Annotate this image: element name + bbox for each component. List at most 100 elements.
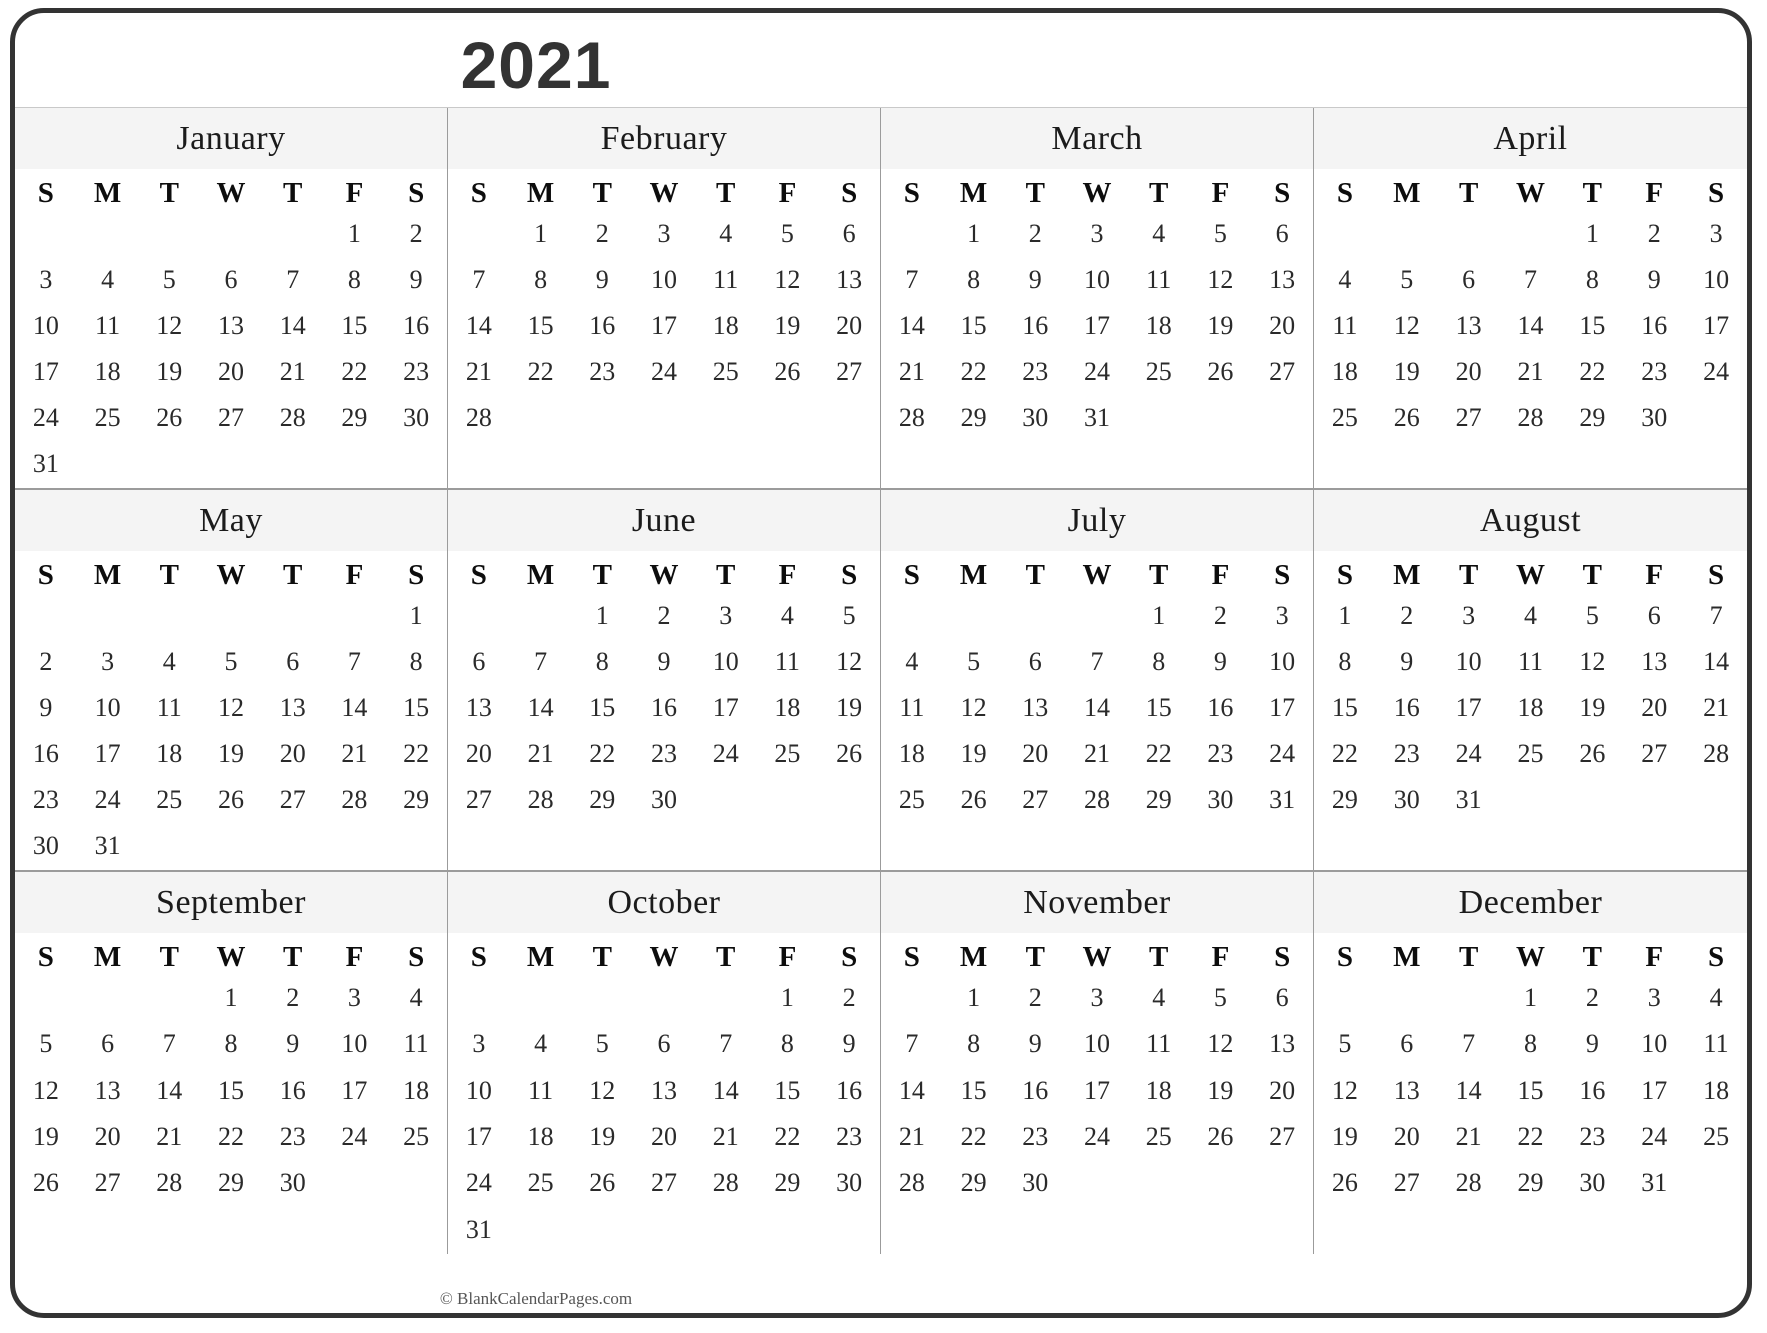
day-cell[interactable]: 23 [262,1115,324,1161]
day-cell[interactable]: 19 [571,1115,633,1161]
day-cell[interactable]: 26 [15,1161,77,1207]
day-cell[interactable]: 18 [757,686,819,732]
day-cell[interactable]: 12 [818,640,880,686]
day-cell[interactable]: 14 [1500,304,1562,350]
day-cell[interactable]: 4 [1314,258,1376,304]
day-cell[interactable]: 10 [77,686,139,732]
day-cell[interactable]: 5 [1561,594,1623,640]
day-cell[interactable]: 19 [1190,304,1252,350]
day-cell[interactable]: 14 [1066,686,1128,732]
day-cell[interactable]: 24 [633,350,695,396]
day-cell[interactable]: 14 [448,304,510,350]
day-cell[interactable]: 6 [1251,976,1313,1022]
day-cell[interactable]: 17 [448,1115,510,1161]
day-cell[interactable]: 20 [633,1115,695,1161]
day-cell[interactable]: 13 [1623,640,1685,686]
day-cell[interactable]: 17 [1685,304,1747,350]
day-cell[interactable]: 2 [262,976,324,1022]
day-cell[interactable]: 2 [1623,212,1685,258]
day-cell[interactable]: 2 [15,640,77,686]
day-cell[interactable]: 31 [1623,1161,1685,1207]
day-cell[interactable]: 6 [1623,594,1685,640]
day-cell[interactable]: 11 [138,686,200,732]
day-cell[interactable]: 15 [200,1069,262,1115]
day-cell[interactable]: 19 [200,732,262,778]
day-cell[interactable]: 22 [1500,1115,1562,1161]
day-cell[interactable]: 17 [1066,304,1128,350]
day-cell[interactable]: 14 [262,304,324,350]
day-cell[interactable]: 5 [1190,212,1252,258]
day-cell[interactable]: 17 [1066,1069,1128,1115]
day-cell[interactable]: 26 [1190,1115,1252,1161]
day-cell[interactable]: 1 [385,594,447,640]
day-cell[interactable]: 29 [1128,778,1190,824]
day-cell[interactable]: 8 [943,1022,1005,1068]
day-cell[interactable]: 27 [200,396,262,442]
day-cell[interactable]: 4 [385,976,447,1022]
day-cell[interactable]: 26 [757,350,819,396]
day-cell[interactable]: 2 [571,212,633,258]
day-cell[interactable]: 18 [385,1069,447,1115]
day-cell[interactable]: 29 [943,396,1005,442]
day-cell[interactable]: 8 [757,1022,819,1068]
day-cell[interactable]: 21 [138,1115,200,1161]
day-cell[interactable]: 29 [1314,778,1376,824]
day-cell[interactable]: 22 [1561,350,1623,396]
day-cell[interactable]: 3 [448,1022,510,1068]
day-cell[interactable]: 22 [385,732,447,778]
day-cell[interactable]: 31 [448,1208,510,1254]
day-cell[interactable]: 4 [695,212,757,258]
day-cell[interactable]: 5 [1314,1022,1376,1068]
day-cell[interactable]: 18 [510,1115,572,1161]
day-cell[interactable]: 19 [943,732,1005,778]
day-cell[interactable]: 17 [324,1069,386,1115]
day-cell[interactable]: 16 [1004,1069,1066,1115]
day-cell[interactable]: 13 [633,1069,695,1115]
day-cell[interactable]: 24 [1623,1115,1685,1161]
day-cell[interactable]: 20 [1004,732,1066,778]
day-cell[interactable]: 28 [881,396,943,442]
day-cell[interactable]: 23 [1561,1115,1623,1161]
day-cell[interactable]: 24 [1251,732,1313,778]
day-cell[interactable]: 3 [15,258,77,304]
day-cell[interactable]: 6 [818,212,880,258]
day-cell[interactable]: 6 [1376,1022,1438,1068]
day-cell[interactable]: 4 [510,1022,572,1068]
day-cell[interactable]: 2 [1004,976,1066,1022]
day-cell[interactable]: 30 [385,396,447,442]
day-cell[interactable]: 9 [385,258,447,304]
day-cell[interactable]: 23 [633,732,695,778]
day-cell[interactable]: 25 [1500,732,1562,778]
day-cell[interactable]: 25 [1128,1115,1190,1161]
day-cell[interactable]: 31 [77,824,139,870]
day-cell[interactable]: 27 [77,1161,139,1207]
day-cell[interactable]: 25 [510,1161,572,1207]
day-cell[interactable]: 14 [324,686,386,732]
day-cell[interactable]: 16 [15,732,77,778]
day-cell[interactable]: 24 [77,778,139,824]
day-cell[interactable]: 25 [757,732,819,778]
day-cell[interactable]: 22 [1314,732,1376,778]
day-cell[interactable]: 6 [1004,640,1066,686]
day-cell[interactable]: 2 [633,594,695,640]
day-cell[interactable]: 30 [818,1161,880,1207]
day-cell[interactable]: 11 [1500,640,1562,686]
day-cell[interactable]: 10 [633,258,695,304]
day-cell[interactable]: 20 [1623,686,1685,732]
day-cell[interactable]: 16 [385,304,447,350]
day-cell[interactable]: 29 [757,1161,819,1207]
day-cell[interactable]: 14 [1438,1069,1500,1115]
day-cell[interactable]: 11 [1128,1022,1190,1068]
day-cell[interactable]: 5 [1190,976,1252,1022]
day-cell[interactable]: 3 [1251,594,1313,640]
day-cell[interactable]: 24 [448,1161,510,1207]
day-cell[interactable]: 2 [1561,976,1623,1022]
day-cell[interactable]: 10 [448,1069,510,1115]
day-cell[interactable]: 18 [138,732,200,778]
day-cell[interactable]: 1 [324,212,386,258]
day-cell[interactable]: 7 [138,1022,200,1068]
day-cell[interactable]: 17 [695,686,757,732]
day-cell[interactable]: 5 [200,640,262,686]
day-cell[interactable]: 11 [385,1022,447,1068]
day-cell[interactable]: 27 [818,350,880,396]
